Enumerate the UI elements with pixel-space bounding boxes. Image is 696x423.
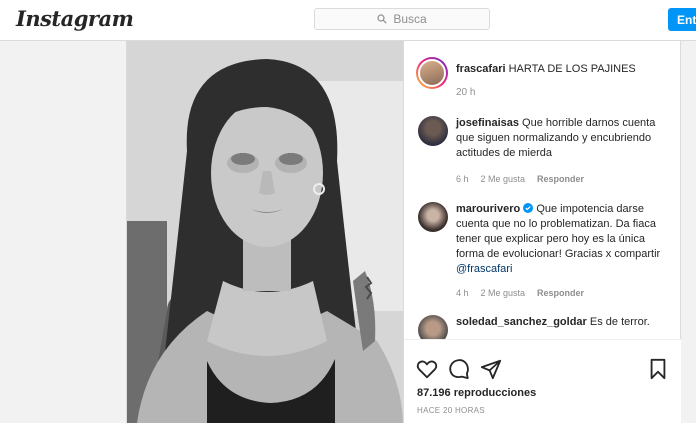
comment-body: soledad_sanchez_goldar Es de terror. <box>456 315 681 330</box>
post-timestamp: HACE 20 HORAS <box>417 406 485 415</box>
comment-meta: 6 h 2 Me gusta Responder <box>456 174 584 184</box>
comment-username[interactable]: josefinaisas <box>456 117 519 129</box>
post-container: frascafari HARTA DE LOS PAJINES 20 h jos… <box>126 41 682 423</box>
comment-username[interactable]: soledad_sanchez_goldar <box>456 316 587 328</box>
author-username[interactable]: frascafari <box>456 63 506 75</box>
video-frame-illustration <box>127 41 403 423</box>
heart-icon[interactable] <box>416 358 438 380</box>
page-scrollbar[interactable] <box>681 41 696 423</box>
verified-badge-icon <box>523 203 534 213</box>
caption-time: 20 h <box>456 87 476 98</box>
author-avatar-image <box>418 59 446 87</box>
post-video[interactable] <box>127 41 403 423</box>
reply-button[interactable]: Responder <box>537 174 584 184</box>
search-icon <box>377 14 387 24</box>
search-placeholder: Busca <box>393 12 427 26</box>
comment-likes[interactable]: 2 Me gusta <box>481 288 526 298</box>
comment-icon[interactable] <box>448 358 470 380</box>
commenter-avatar[interactable] <box>418 202 448 232</box>
post-side-panel: frascafari HARTA DE LOS PAJINES 20 h jos… <box>404 41 682 423</box>
login-button[interactable]: Entrar <box>668 8 696 31</box>
top-navigation-bar: Instagram Busca Entrar <box>0 0 696 41</box>
caption-text: HARTA DE LOS PAJINES <box>508 63 636 75</box>
commenter-avatar[interactable] <box>418 116 448 146</box>
bookmark-icon[interactable] <box>647 358 669 380</box>
post-actions-bar: 87.196 reproducciones HACE 20 HORAS <box>404 339 682 423</box>
post-caption: frascafari HARTA DE LOS PAJINES <box>456 62 666 77</box>
instagram-logo[interactable]: Instagram <box>16 6 134 31</box>
comment-time: 6 h <box>456 174 469 184</box>
comment-likes[interactable]: 2 Me gusta <box>481 174 526 184</box>
comment-time: 4 h <box>456 288 469 298</box>
search-box[interactable]: Busca <box>314 8 490 30</box>
view-count[interactable]: 87.196 reproducciones <box>417 387 536 399</box>
author-avatar[interactable] <box>416 57 448 89</box>
comment-body: josefinaisas Que horrible darnos cuenta … <box>456 116 671 161</box>
comment-meta: 4 h 2 Me gusta Responder <box>456 288 584 298</box>
share-icon[interactable] <box>480 358 502 380</box>
reply-button[interactable]: Responder <box>537 288 584 298</box>
comment-text: Es de terror. <box>589 316 650 328</box>
mention-link[interactable]: @frascafari <box>456 263 512 275</box>
comment-username[interactable]: marourivero <box>456 203 520 215</box>
comment-body: marourivero Que impotencia darse cuenta … <box>456 202 671 277</box>
